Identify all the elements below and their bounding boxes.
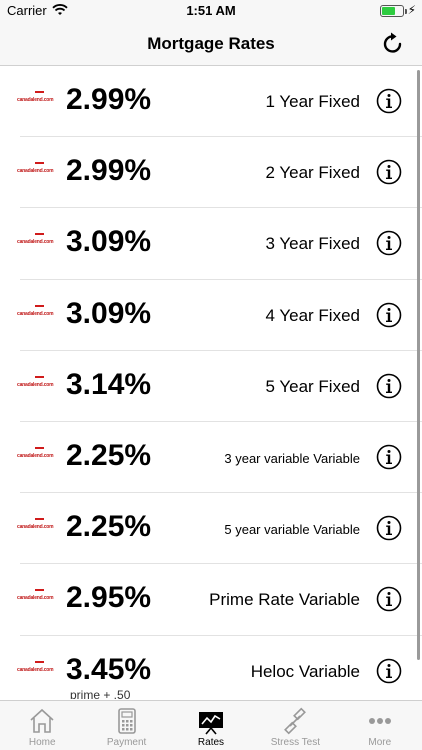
page-title: Mortgage Rates	[147, 34, 275, 53]
rate-value: 3.09%	[66, 296, 152, 330]
tab-label: Home	[28, 737, 56, 748]
info-icon[interactable]	[376, 302, 402, 328]
rate-term-label: 4 Year Fixed	[265, 305, 360, 325]
rate-row[interactable]: canadalend.com 3.14% 5 Year Fixed	[0, 351, 422, 422]
rate-row[interactable]: canadalend.com 3.09% 4 Year Fixed	[0, 280, 422, 351]
rate-term-label: Prime Rate Variable	[209, 590, 360, 610]
tab-label: Payment	[106, 737, 147, 748]
charging-icon: ⚡	[407, 3, 416, 17]
info-icon[interactable]	[376, 88, 402, 114]
rate-value: 3.14%	[66, 367, 152, 401]
rate-term-label: 5 Year Fixed	[265, 376, 360, 396]
rate-term-label: 3 year variable Variable	[224, 450, 360, 466]
rate-note: prime + .50	[70, 687, 131, 700]
info-icon[interactable]	[376, 515, 402, 541]
lender-logo: canadalend.com	[17, 233, 57, 251]
info-icon[interactable]	[376, 444, 402, 470]
lender-logo: canadalend.com	[17, 446, 57, 465]
info-icon[interactable]	[376, 586, 402, 612]
rate-term-label: 1 Year Fixed	[265, 92, 360, 111]
rate-row[interactable]: canadalend.com 3.09% 3 Year Fixed	[0, 208, 422, 280]
lender-logo: canadalend.com	[17, 304, 57, 323]
lender-logo: canadalend.com	[17, 91, 57, 109]
rate-value: 2.95%	[66, 581, 152, 615]
info-icon[interactable]	[376, 230, 402, 256]
tab-more[interactable]: More	[338, 701, 422, 750]
rate-value: 2.99%	[66, 83, 152, 116]
chart-icon	[196, 706, 226, 736]
more-icon	[365, 706, 395, 736]
lender-logo: canadalend.com	[17, 162, 57, 180]
lender-logo: canadalend.com	[17, 518, 57, 536]
info-icon[interactable]	[376, 159, 402, 185]
dumbbell-icon	[280, 706, 310, 736]
rate-value: 2.25%	[66, 438, 152, 472]
tab-stress-test[interactable]: Stress Test	[253, 701, 337, 750]
lender-logo: canadalend.com	[17, 375, 57, 394]
info-icon[interactable]	[376, 658, 402, 684]
calculator-icon	[112, 706, 142, 736]
rate-term-label: 5 year variable Variable	[224, 522, 360, 538]
rate-row[interactable]: canadalend.com 3.45% prime + .50 Heloc Vari…	[0, 636, 422, 700]
rate-value: 3.45%	[66, 652, 152, 686]
lender-logo: canadalend.com	[17, 589, 57, 607]
home-icon	[27, 706, 57, 736]
rate-list[interactable]: canadalend.com 2.99% 1 Year Fixed canadalen…	[0, 66, 422, 699]
navigation-bar: Mortgage Rates	[0, 22, 422, 66]
tab-label: More	[368, 737, 392, 748]
rate-term-label: 2 Year Fixed	[265, 163, 360, 183]
battery-icon	[380, 5, 407, 17]
rate-value: 3.09%	[66, 225, 152, 259]
rate-value: 2.25%	[66, 510, 152, 544]
rate-row[interactable]: canadalend.com 2.95% Prime Rate Variable	[0, 564, 422, 636]
tab-label: Rates	[197, 737, 225, 748]
rate-row[interactable]: canadalend.com 2.99% 2 Year Fixed	[0, 137, 422, 209]
tab-rates[interactable]: Rates	[169, 701, 253, 750]
scrollbar[interactable]	[417, 70, 420, 660]
rate-row[interactable]: canadalend.com 2.99% 1 Year Fixed	[0, 66, 422, 138]
refresh-icon[interactable]	[380, 31, 406, 57]
info-icon[interactable]	[376, 373, 402, 399]
lender-logo: canadalend.com	[17, 660, 57, 679]
tab-home[interactable]: Home	[0, 701, 84, 750]
tab-payment[interactable]: Payment	[84, 701, 168, 750]
clock: 1:51 AM	[186, 3, 236, 18]
rate-row[interactable]: canadalend.com 2.25% 3 year variable Varia…	[0, 422, 422, 494]
rate-term-label: 3 Year Fixed	[265, 234, 360, 254]
rate-term-label: Heloc Variable	[250, 661, 360, 681]
rate-value: 2.99%	[66, 154, 152, 188]
tab-label: Stress Test	[270, 737, 321, 748]
rate-row[interactable]: canadalend.com 2.25% 5 year variable Varia…	[0, 493, 422, 565]
status-bar: Carrier 1:51 AM ⚡	[0, 0, 422, 22]
tab-bar: Home Payment Rates Stress Test More	[0, 700, 422, 750]
